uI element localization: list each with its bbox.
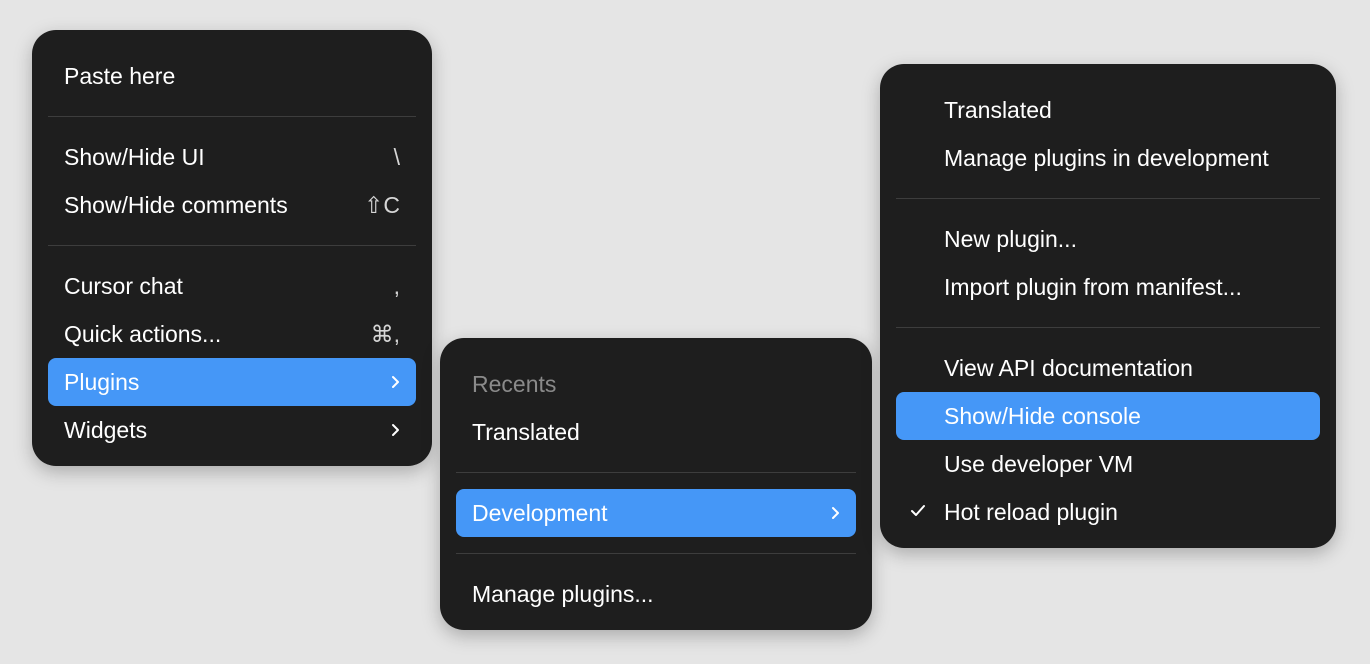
menu-item-import-plugin[interactable]: Import plugin from manifest... [896,263,1320,311]
menu-item-label: Translated [944,96,1052,123]
menu-divider [456,472,856,473]
menu-item-label: Plugins [64,368,140,395]
menu-item-cursor-chat[interactable]: Cursor chat , [48,262,416,310]
menu-divider [48,116,416,117]
menu-item-view-api-docs[interactable]: View API documentation [896,344,1320,392]
menu-item-label: Show/Hide console [944,402,1141,429]
shortcut-hint: ⇧C [364,191,400,218]
menu-item-label: Translated [472,418,580,445]
menu-item-manage-plugins[interactable]: Manage plugins... [456,570,856,618]
recents-header: Recents [456,360,856,408]
plugins-submenu: Recents Translated Development Manage pl… [440,338,872,630]
menu-item-label: Widgets [64,416,148,443]
checkmark-icon [910,501,926,524]
menu-item-show-hide-console[interactable]: Show/Hide console [896,392,1320,440]
menu-divider [48,245,416,246]
menu-item-translated[interactable]: Translated [456,408,856,456]
context-menu: Paste here Show/Hide UI \ Show/Hide comm… [32,30,432,466]
menu-divider [896,198,1320,199]
menu-item-label: Use developer VM [944,450,1134,477]
menu-item-label: Manage plugins... [472,580,654,607]
menu-divider [456,553,856,554]
menu-item-label: Show/Hide UI [64,143,205,170]
menu-item-show-hide-ui[interactable]: Show/Hide UI \ [48,133,416,181]
menu-item-label: Show/Hide comments [64,191,288,218]
shortcut-hint: , [393,272,400,299]
shortcut-hint: \ [393,143,400,170]
menu-item-label: Import plugin from manifest... [944,273,1242,300]
chevron-right-icon [830,506,840,520]
section-header-label: Recents [472,370,557,397]
shortcut-hint: ⌘, [370,320,400,347]
development-submenu: Translated Manage plugins in development… [880,64,1336,548]
menu-item-show-hide-comments[interactable]: Show/Hide comments ⇧C [48,181,416,229]
menu-item-paste-here[interactable]: Paste here [48,52,416,100]
menu-item-hot-reload[interactable]: Hot reload plugin [896,488,1320,536]
menu-item-use-developer-vm[interactable]: Use developer VM [896,440,1320,488]
menu-item-label: Manage plugins in development [944,144,1269,171]
menu-item-new-plugin[interactable]: New plugin... [896,215,1320,263]
menu-item-label: Cursor chat [64,272,183,299]
menu-item-manage-in-development[interactable]: Manage plugins in development [896,134,1320,182]
menu-item-label: Quick actions... [64,320,222,347]
menu-item-label: View API documentation [944,354,1193,381]
menu-item-label: Hot reload plugin [944,498,1118,525]
menu-divider [896,327,1320,328]
menu-item-quick-actions[interactable]: Quick actions... ⌘, [48,310,416,358]
menu-item-development[interactable]: Development [456,489,856,537]
menu-item-label: Development [472,499,608,526]
chevron-right-icon [390,423,400,437]
chevron-right-icon [390,375,400,389]
menu-item-plugins[interactable]: Plugins [48,358,416,406]
menu-item-label: Paste here [64,62,176,89]
menu-item-dev-translated[interactable]: Translated [896,86,1320,134]
menu-item-widgets[interactable]: Widgets [48,406,416,454]
menu-item-label: New plugin... [944,225,1077,252]
